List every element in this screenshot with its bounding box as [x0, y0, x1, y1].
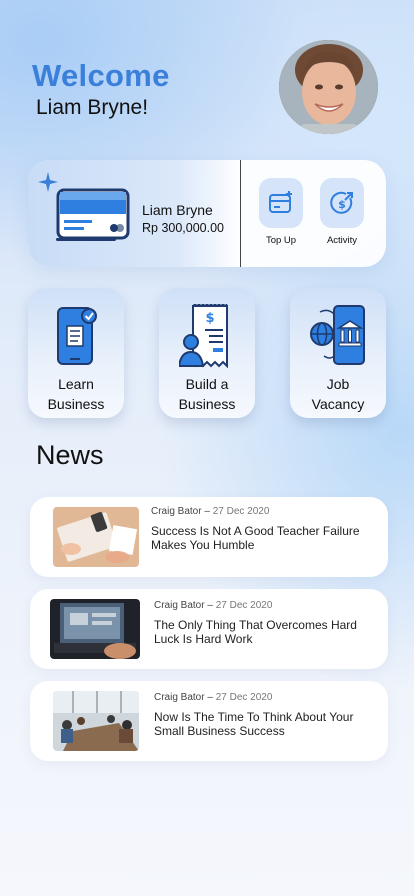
svg-text:$: $: [205, 311, 214, 326]
news-thumbnail: [53, 507, 139, 567]
credit-card-icon: [56, 188, 130, 241]
wallet-balance: Rp 300,000.00: [142, 221, 225, 235]
wallet-holder-name: Liam Bryne: [142, 202, 213, 218]
svg-text:$: $: [338, 198, 346, 211]
news-item[interactable]: Craig Bator – 27 Dec 2020 Success Is Not…: [30, 497, 388, 577]
top-up-label: Top Up: [265, 235, 297, 246]
category-label-line1: Build a: [185, 376, 229, 392]
wallet-divider: [240, 160, 241, 267]
job-vacancy-icon: [310, 305, 365, 365]
category-label-line2: Vacancy: [311, 396, 365, 412]
top-up-button[interactable]: Top Up: [259, 178, 311, 246]
top-up-icon: [269, 191, 292, 213]
wallet-card[interactable]: Liam Bryne Rp 300,000.00 Top Up $ Activi…: [28, 160, 386, 267]
category-label-line2: Business: [47, 396, 105, 412]
avatar[interactable]: [279, 40, 378, 134]
news-author: Craig Bator: [154, 692, 205, 703]
activity-icon: $: [330, 191, 353, 214]
news-item[interactable]: Craig Bator – 27 Dec 2020 Now Is The Tim…: [30, 681, 388, 761]
news-thumbnail: [50, 599, 140, 659]
learn-business-icon: [57, 307, 97, 365]
news-author: Craig Bator: [154, 600, 205, 611]
news-headline: Success Is Not A Good Teacher Failure Ma…: [151, 524, 360, 552]
news-item[interactable]: Craig Bator – 27 Dec 2020 The Only Thing…: [30, 589, 388, 669]
news-date: 27 Dec 2020: [212, 506, 270, 517]
user-name: Liam Bryne!: [36, 96, 149, 119]
category-label-line1: Learn: [58, 376, 94, 392]
news-headline: Now Is The Time To Think About Your Smal…: [154, 710, 354, 738]
activity-button[interactable]: $ Activity: [320, 178, 372, 246]
news-date: 27 Dec 2020: [215, 692, 273, 703]
news-section-title: News: [36, 440, 104, 470]
category-label-line1: Job: [326, 376, 350, 392]
news-date: 27 Dec 2020: [215, 600, 273, 611]
sparkle-icon: [38, 172, 58, 192]
welcome-heading: Welcome: [32, 58, 170, 93]
build-business-icon: $: [179, 304, 228, 368]
category-learn-business[interactable]: Learn Business: [28, 288, 124, 418]
news-headline: The Only Thing That Overcomes Hard Luck …: [154, 618, 357, 646]
category-label-line2: Business: [178, 396, 236, 412]
news-author: Craig Bator: [151, 506, 202, 517]
category-job-vacancy[interactable]: Job Vacancy: [290, 288, 386, 418]
category-build-business[interactable]: $ Build a Business: [159, 288, 255, 418]
news-thumbnail: [53, 691, 139, 751]
activity-label: Activity: [326, 235, 358, 246]
